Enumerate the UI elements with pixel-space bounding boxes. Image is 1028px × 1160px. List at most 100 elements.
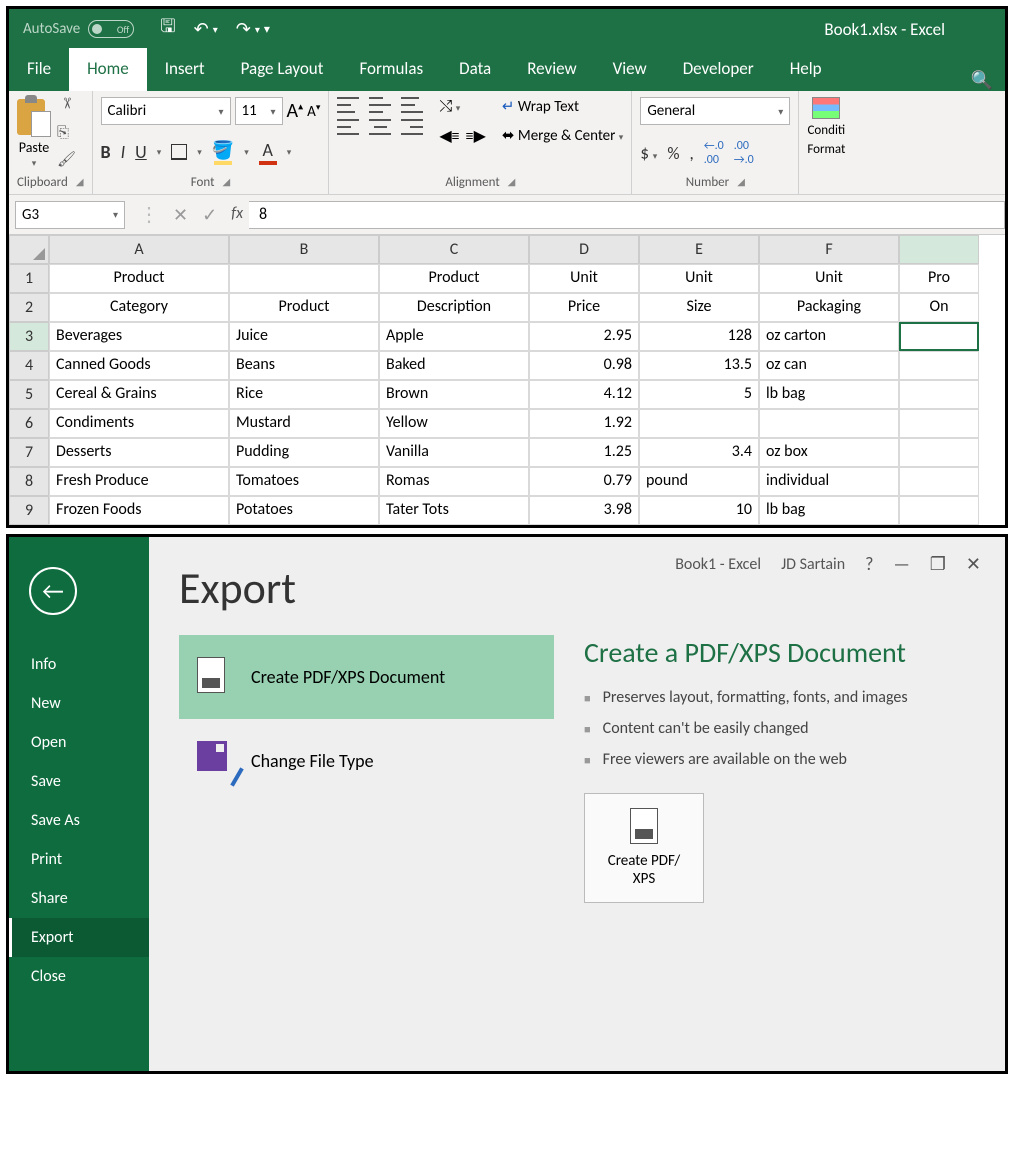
cell[interactable]: oz carton [759,322,899,351]
merge-center-button[interactable]: ⬌ Merge & Center ▾ [502,126,623,145]
cell[interactable]: Cereal & Grains [49,380,229,409]
increase-decimal-icon[interactable]: ←.0.00 [704,139,724,167]
row-header[interactable]: 6 [9,409,49,438]
restore-icon[interactable]: ❐ [930,553,946,575]
nav-info[interactable]: Info [9,645,149,684]
back-button[interactable]: ← [29,567,77,615]
cell[interactable]: 2.95 [529,322,639,351]
number-format-combo[interactable]: General▾ [640,97,790,125]
cell[interactable]: Juice [229,322,379,351]
tab-formulas[interactable]: Formulas [341,48,441,91]
tell-me-search-icon[interactable]: 🔍 [971,69,993,91]
cell[interactable]: Condiments [49,409,229,438]
cell[interactable]: 128 [639,322,759,351]
cell[interactable] [899,351,979,380]
cell[interactable] [899,438,979,467]
cell[interactable]: On [899,293,979,322]
create-pdf-xps-button[interactable]: Create PDF/ XPS [584,793,704,903]
align-middle-icon[interactable] [369,97,391,113]
cell[interactable]: Frozen Foods [49,496,229,525]
cell[interactable]: Rice [229,380,379,409]
cell[interactable]: lb bag [759,380,899,409]
redo-icon[interactable]: ↷ [236,18,251,40]
row-header[interactable]: 1 [9,264,49,293]
cell[interactable]: Tater Tots [379,496,529,525]
cell[interactable]: lb bag [759,496,899,525]
cell[interactable]: Romas [379,467,529,496]
font-color-button[interactable]: A [259,139,277,165]
nav-open[interactable]: Open [9,723,149,762]
nav-save[interactable]: Save [9,762,149,801]
cell[interactable]: Pro [899,264,979,293]
copy-icon[interactable]: ⎘ [57,124,76,142]
option-create-pdf-xps[interactable]: Create PDF/XPS Document [179,635,554,719]
name-box[interactable]: G3▾ [15,201,125,229]
cell[interactable]: Baked [379,351,529,380]
cell[interactable]: Mustard [229,409,379,438]
orientation-icon[interactable]: ⤭ ▾ [439,97,486,116]
cell[interactable]: Unit [639,264,759,293]
clipboard-launcher-icon[interactable]: ◢ [76,175,84,190]
tab-page-layout[interactable]: Page Layout [223,48,342,91]
nav-print[interactable]: Print [9,840,149,879]
cell[interactable]: 10 [639,496,759,525]
cell[interactable]: 4.12 [529,380,639,409]
cell[interactable]: Unit [759,264,899,293]
align-top-icon[interactable] [337,97,359,113]
wrap-text-button[interactable]: ↵ Wrap Text [502,97,623,116]
tab-review[interactable]: Review [509,48,594,91]
col-header[interactable] [899,235,979,264]
nav-save-as[interactable]: Save As [9,801,149,840]
qat-customize-icon[interactable]: ▾ [264,22,270,37]
col-header[interactable]: B [229,235,379,264]
cell[interactable] [899,496,979,525]
nav-close[interactable]: Close [9,957,149,996]
currency-button[interactable]: $ ▾ [640,143,657,164]
cell[interactable]: 0.79 [529,467,639,496]
cell[interactable] [899,409,979,438]
row-header[interactable]: 9 [9,496,49,525]
fill-color-button[interactable]: 🪣 [212,139,234,165]
cell[interactable]: 3.4 [639,438,759,467]
col-header[interactable]: F [759,235,899,264]
cut-icon[interactable]: ✂ [57,97,76,116]
cell[interactable]: Beverages [49,322,229,351]
decrease-indent-icon[interactable]: ◀≡ [439,126,459,146]
cell[interactable]: Size [639,293,759,322]
decrease-decimal-icon[interactable]: .00→.0 [734,139,754,167]
alignment-launcher-icon[interactable]: ◢ [508,175,516,190]
paste-button[interactable]: Paste ▾ [17,97,51,169]
cell[interactable]: Price [529,293,639,322]
percent-button[interactable]: % [667,143,679,164]
shrink-font-icon[interactable]: A▾ [307,102,320,121]
cell[interactable]: Desserts [49,438,229,467]
cell[interactable]: 5 [639,380,759,409]
grow-font-icon[interactable]: A▴ [287,99,304,123]
row-header[interactable]: 5 [9,380,49,409]
align-left-icon[interactable] [337,119,359,135]
cell[interactable]: Pudding [229,438,379,467]
undo-dropdown[interactable]: ▾ [213,23,218,36]
confirm-edit-icon[interactable]: ✓ [202,204,217,226]
font-size-combo[interactable]: 11▾ [235,97,283,125]
cell[interactable]: Apple [379,322,529,351]
conditional-formatting-button[interactable]: Conditi Format [807,97,845,157]
col-header[interactable]: D [529,235,639,264]
tab-insert[interactable]: Insert [147,48,223,91]
row-header[interactable]: 2 [9,293,49,322]
row-header[interactable]: 8 [9,467,49,496]
cancel-edit-icon[interactable]: ✕ [173,204,188,226]
tab-data[interactable]: Data [441,48,509,91]
cell[interactable]: Product [229,293,379,322]
cell[interactable]: Canned Goods [49,351,229,380]
cell[interactable]: Description [379,293,529,322]
align-center-icon[interactable] [369,119,391,135]
cell[interactable]: Product [379,264,529,293]
cell[interactable]: oz box [759,438,899,467]
active-cell[interactable] [899,322,979,351]
row-header[interactable]: 4 [9,351,49,380]
cell[interactable]: 1.25 [529,438,639,467]
cell[interactable] [229,264,379,293]
toggle-switch[interactable]: Off [88,20,134,38]
cell[interactable]: Product [49,264,229,293]
